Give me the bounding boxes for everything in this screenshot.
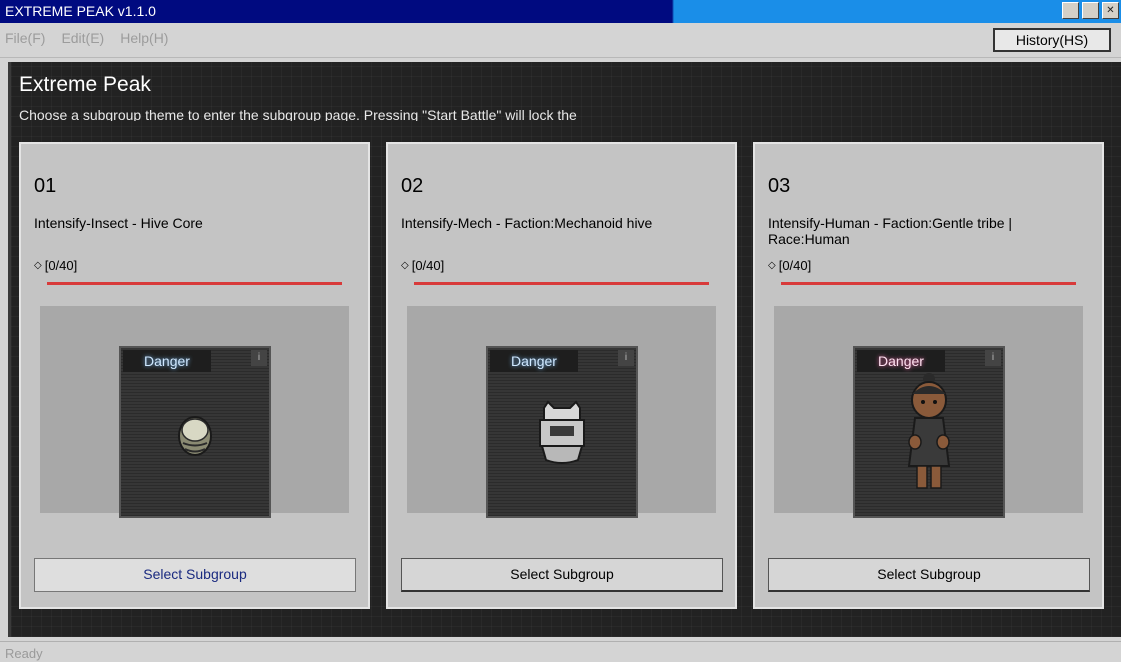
card-title: Intensify-Mech - Faction:Mechanoid hive [401, 215, 653, 231]
insect-sprite [178, 416, 212, 456]
card-progress: ◇ [0/40] [401, 258, 444, 273]
card-number: 02 [401, 175, 424, 197]
card-progress: ◇ [0/40] [768, 258, 811, 273]
card-preview: Danger i [774, 306, 1083, 518]
card-title: Intensify-Insect - Hive Core [34, 215, 203, 231]
info-icon[interactable]: i [985, 350, 1001, 366]
sprite-panel: Danger i [119, 346, 271, 518]
status-bar: Ready [0, 641, 1121, 662]
card-number: 01 [34, 175, 57, 197]
menu-items: File(F) Edit(E) Help(H) [5, 30, 168, 46]
select-subgroup-button[interactable]: Select Subgroup [401, 558, 723, 592]
menu-bar: File(F) Edit(E) Help(H) History(HS) [0, 23, 1121, 58]
minimize-button[interactable] [1062, 2, 1079, 19]
card-preview: Danger i [40, 306, 349, 518]
close-icon: ✕ [1106, 5, 1115, 16]
card-preview: Danger i [407, 306, 716, 518]
close-button[interactable]: ✕ [1102, 2, 1119, 19]
danger-tag: Danger [490, 350, 578, 372]
subgroup-card-02: 02 Intensify-Mech - Faction:Mechanoid hi… [386, 142, 737, 609]
card-progress: ◇ [0/40] [34, 258, 77, 273]
window-controls: ✕ [1062, 2, 1119, 19]
subgroup-card-03: 03 Intensify-Human - Faction:Gentle trib… [753, 142, 1104, 609]
status-text: Ready [5, 646, 43, 661]
progress-value: [0/40] [778, 258, 812, 273]
card-number: 03 [768, 175, 791, 197]
menu-help[interactable]: Help(H) [120, 30, 168, 46]
menu-edit[interactable]: Edit(E) [61, 30, 104, 46]
diamond-icon: ◇ [768, 260, 776, 271]
danger-tag: Danger [857, 350, 945, 372]
maximize-button[interactable] [1082, 2, 1099, 19]
progress-value: [0/40] [44, 258, 78, 273]
subgroup-card-01: 01 Intensify-Insect - Hive Core ◇ [0/40]… [19, 142, 370, 609]
danger-tag: Danger [123, 350, 211, 372]
diamond-icon: ◇ [34, 260, 42, 271]
progress-line [414, 282, 709, 285]
sprite-panel: Danger i [853, 346, 1005, 518]
select-subgroup-button[interactable]: Select Subgroup [768, 558, 1090, 592]
card-title: Intensify-Human - Faction:Gentle tribe |… [768, 215, 1013, 247]
menu-file[interactable]: File(F) [5, 30, 45, 46]
progress-line [781, 282, 1076, 285]
title-bar: EXTREME PEAK v1.1.0 ✕ [0, 0, 1121, 23]
select-subgroup-button[interactable]: Select Subgroup [34, 558, 356, 592]
mech-sprite [539, 400, 585, 464]
human-sprite [907, 373, 951, 489]
progress-value: [0/40] [411, 258, 445, 273]
diamond-icon: ◇ [401, 260, 409, 271]
main-area: Extreme Peak Choose a subgroup theme to … [8, 62, 1121, 637]
sprite-panel: Danger i [486, 346, 638, 518]
history-button[interactable]: History(HS) [993, 28, 1111, 52]
page-description: Choose a subgroup theme to enter the sub… [19, 107, 577, 121]
info-icon[interactable]: i [251, 350, 267, 366]
info-icon[interactable]: i [618, 350, 634, 366]
progress-line [47, 282, 342, 285]
page-title: Extreme Peak [19, 73, 151, 96]
window-title: EXTREME PEAK v1.1.0 [5, 3, 156, 19]
